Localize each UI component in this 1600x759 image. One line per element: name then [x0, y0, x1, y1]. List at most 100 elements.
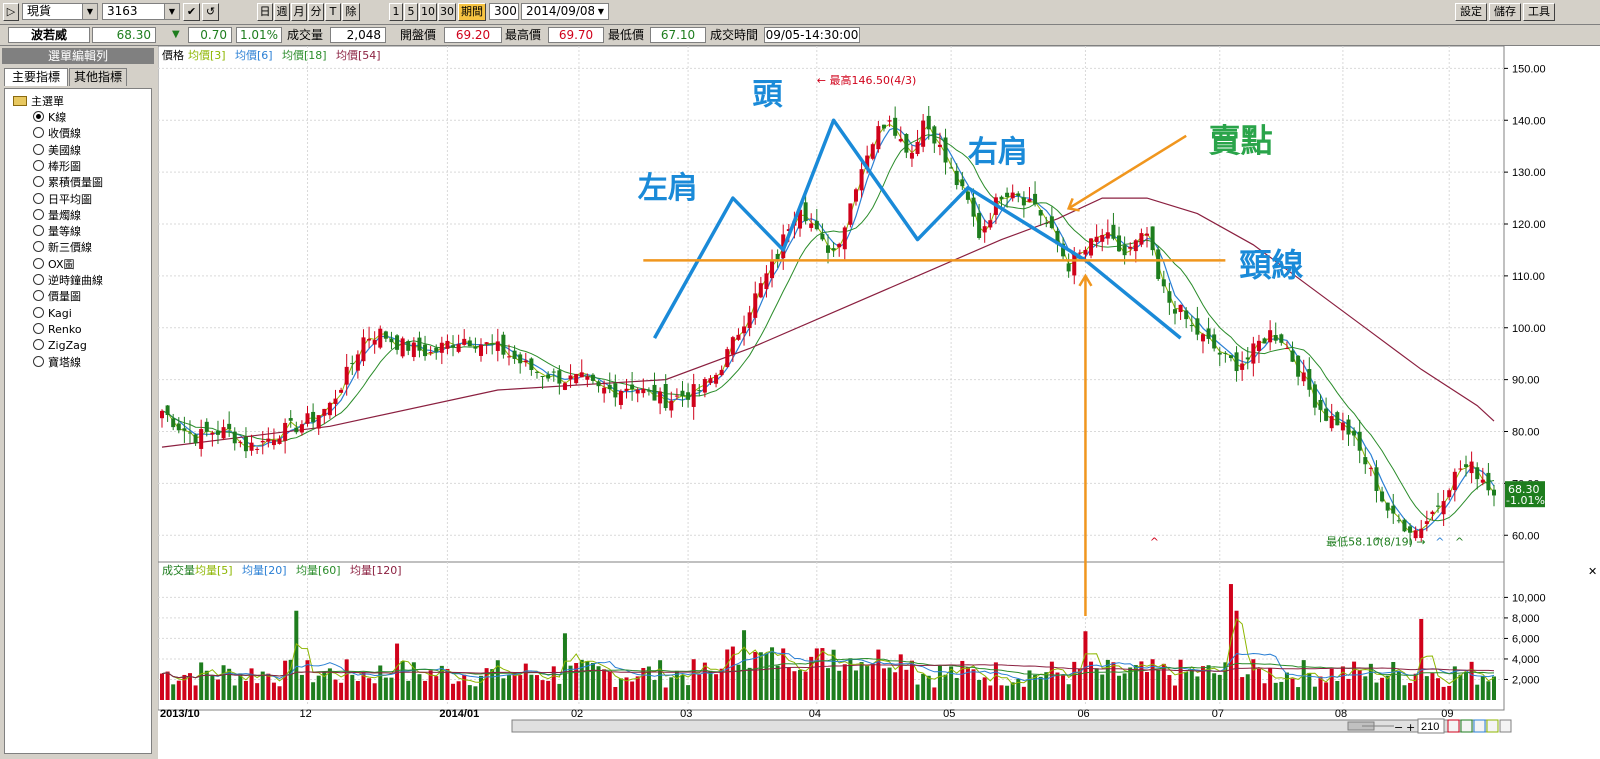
period-week-button[interactable]: 週 — [274, 3, 290, 21]
candle-body — [333, 398, 338, 404]
radio-icon[interactable] — [33, 290, 44, 302]
radio-icon[interactable] — [33, 339, 44, 351]
volume-bar — [260, 671, 265, 700]
market-select[interactable]: 現貨 ▼ — [22, 3, 98, 20]
tab-main-indicators[interactable]: 主要指標 — [4, 68, 68, 86]
radio-icon[interactable] — [33, 143, 44, 155]
volume-bar — [1145, 672, 1150, 700]
radio-icon[interactable] — [33, 192, 44, 204]
tree-item[interactable]: 棒形圖 — [33, 159, 81, 174]
radio-icon[interactable] — [33, 176, 44, 188]
volume-bar — [518, 675, 523, 700]
volume-bar — [663, 687, 668, 700]
period-exright-button[interactable]: 除 — [342, 3, 360, 21]
save-button[interactable]: 儲存 — [1489, 3, 1521, 21]
tree-item[interactable]: 寶塔線 — [33, 355, 81, 370]
radio-icon[interactable] — [33, 355, 44, 367]
bottom-scrollbar[interactable]: − +210 — [511, 718, 1512, 734]
volume-bar — [1005, 685, 1010, 700]
tree-item[interactable]: Renko — [33, 322, 82, 337]
candle-body — [1010, 192, 1015, 199]
last-change-label: -1.01% — [1506, 494, 1545, 507]
tree-item-label: 寶塔線 — [48, 355, 81, 369]
radio-icon[interactable] — [33, 322, 44, 334]
radio-icon[interactable] — [33, 111, 44, 122]
candle-body — [1374, 467, 1379, 491]
volume-bar — [479, 675, 484, 700]
volume-value: 2,048 — [330, 27, 386, 43]
candle-body — [473, 347, 478, 349]
settings-button[interactable]: 設定 — [1455, 3, 1487, 21]
candle-body — [322, 408, 327, 416]
tree-item[interactable]: 累積價量圖 — [33, 176, 103, 190]
tree-item[interactable]: ZigZag — [33, 339, 87, 353]
x-tick-label: 07 — [1212, 708, 1224, 720]
radio-icon[interactable] — [33, 257, 44, 269]
tools-button[interactable]: 工具 — [1523, 3, 1555, 21]
volume-bar — [1217, 674, 1222, 700]
tree-item[interactable]: 量等線 — [33, 225, 81, 239]
candle-body — [1385, 502, 1390, 511]
period-range-button[interactable]: 期間 — [458, 3, 486, 21]
period-tick-button[interactable]: T — [325, 3, 341, 21]
radio-icon[interactable] — [33, 306, 44, 318]
volume-bar — [786, 667, 791, 700]
tree-item[interactable]: 日平均圖 — [33, 192, 92, 207]
tree-item[interactable]: Kagi — [33, 306, 72, 321]
tree-root[interactable]: 主選單 — [13, 95, 64, 109]
candle-body — [249, 442, 254, 451]
interval-30-button[interactable]: 30 — [438, 3, 456, 21]
interval-10-button[interactable]: 10 — [419, 3, 437, 21]
check-icon[interactable]: ✔ — [183, 3, 200, 21]
radio-icon[interactable] — [33, 225, 44, 237]
tree-item[interactable]: 價量圖 — [33, 290, 81, 304]
volume-bar — [742, 630, 747, 700]
tree-item-label: K線 — [48, 111, 67, 124]
radio-icon[interactable] — [33, 208, 44, 220]
candle-body — [367, 339, 372, 341]
radio-icon[interactable] — [33, 241, 44, 253]
play-icon[interactable]: ▷ — [3, 3, 19, 21]
candle-body — [881, 124, 886, 129]
chevron-down-icon[interactable]: ▼ — [594, 4, 608, 19]
period-count-input[interactable]: 300 — [489, 3, 519, 20]
volume-bar — [344, 659, 349, 700]
volume-bar — [316, 675, 321, 700]
symbol-input[interactable]: 3163 ▼ — [102, 3, 180, 20]
tree-item[interactable]: 新三價線 — [33, 241, 92, 255]
tree-item[interactable]: K線 — [33, 111, 66, 125]
volume-bar — [1436, 678, 1441, 700]
date-select[interactable]: 2014/09/08 ▼ — [521, 3, 609, 20]
tree-item[interactable]: 收價線 — [33, 127, 81, 141]
volume-bar — [1352, 661, 1357, 700]
candle-body — [820, 233, 825, 240]
refresh-icon[interactable]: ↺ — [202, 3, 219, 21]
chevron-down-icon[interactable]: ▼ — [164, 4, 179, 19]
tree-item[interactable]: 量燭線 — [33, 208, 81, 223]
volume-bar — [1324, 682, 1329, 700]
tree-item[interactable]: 逆時鐘曲線 — [33, 274, 103, 288]
radio-icon[interactable] — [33, 127, 44, 139]
volume-bar — [881, 668, 886, 700]
candle-body — [624, 388, 629, 391]
candle-body — [327, 402, 332, 416]
low-value: 67.10 — [650, 27, 706, 43]
period-day-button[interactable]: 日 — [257, 3, 273, 21]
tree-item[interactable]: OX圖 — [33, 257, 75, 272]
volume-bar — [283, 660, 288, 700]
candle-body — [187, 432, 192, 434]
interval-5-button[interactable]: 5 — [404, 3, 418, 21]
sell-point-label: 賣點 — [1209, 121, 1273, 159]
tree-item[interactable]: 美國線 — [33, 143, 81, 158]
radio-icon[interactable] — [33, 274, 44, 285]
candle-body — [937, 144, 942, 147]
interval-1-button[interactable]: 1 — [389, 3, 403, 21]
chevron-down-icon[interactable]: ▼ — [82, 4, 97, 19]
candle-body — [311, 411, 316, 423]
radio-icon[interactable] — [33, 159, 44, 171]
period-minute-button[interactable]: 分 — [308, 3, 324, 21]
candle-body — [1172, 309, 1177, 314]
period-month-button[interactable]: 月 — [291, 3, 307, 21]
volume-bar — [333, 679, 338, 700]
tab-other-indicators[interactable]: 其他指標 — [69, 68, 127, 86]
